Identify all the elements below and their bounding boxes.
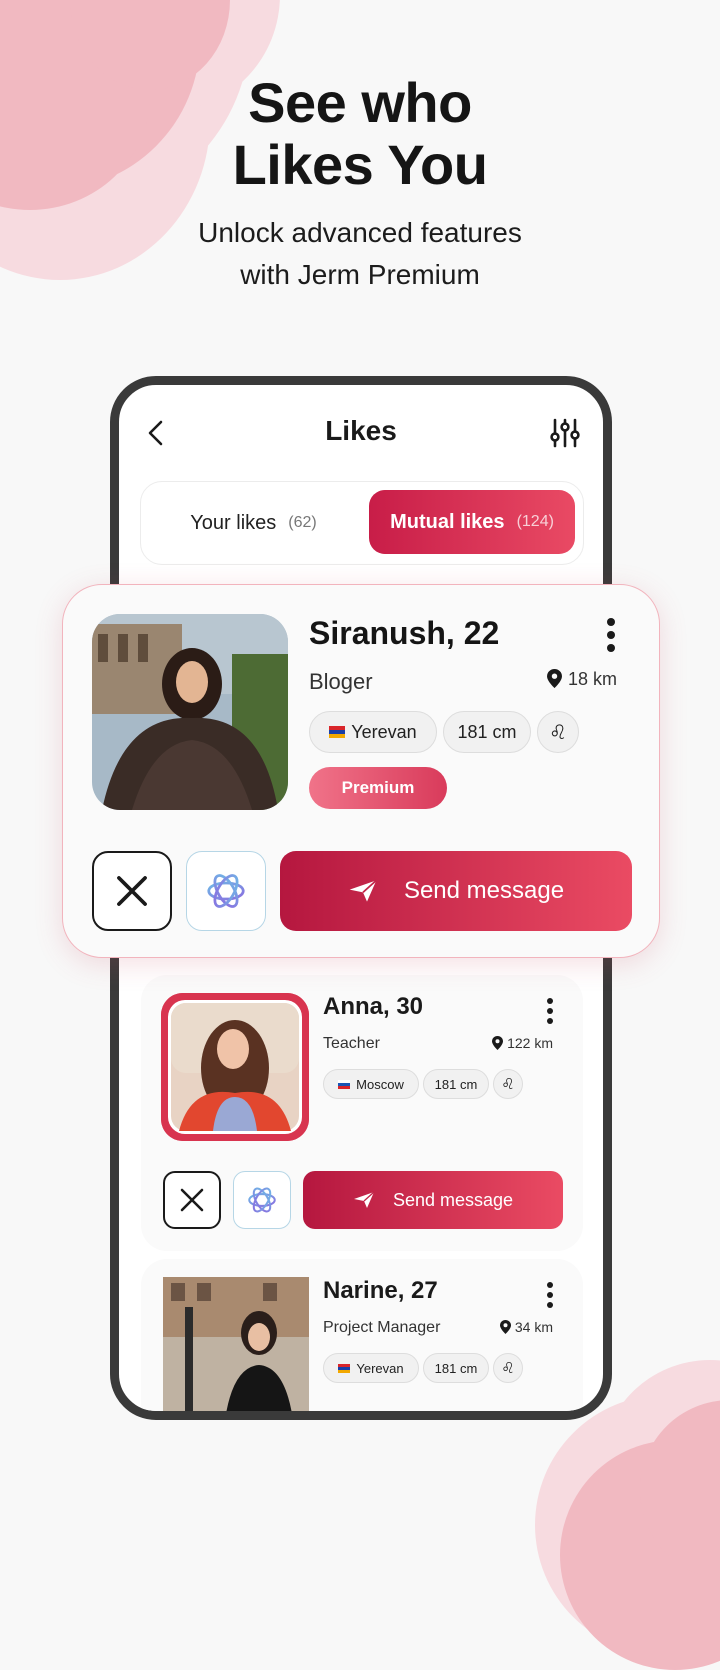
chip-city: Yerevan: [323, 1353, 419, 1383]
hero-title: See who Likes You: [0, 72, 720, 196]
chip-height: 181 cm: [423, 1069, 489, 1099]
chip-zodiac: ♌: [537, 711, 579, 753]
profile-name: Siranush, 22: [309, 615, 500, 651]
ai-knot-icon: [207, 874, 245, 908]
chip-height: 181 cm: [423, 1353, 489, 1383]
profile-distance: 18 km: [547, 669, 617, 690]
ai-assistant-button[interactable]: [186, 851, 266, 931]
send-plane-icon: [353, 1191, 375, 1208]
sliders-icon[interactable]: [549, 417, 581, 449]
dismiss-button[interactable]: [92, 851, 172, 931]
send-plane-icon: [349, 879, 377, 902]
flag-icon: [329, 726, 346, 738]
profile-card-anna[interactable]: Anna, 30 Teacher 122 km Moscow 181 cm ♌: [141, 975, 583, 1251]
hero-title-line2: Likes You: [232, 133, 488, 196]
profile-distance-value: 18 km: [567, 669, 617, 689]
chip-zodiac: ♌: [493, 1353, 523, 1383]
profile-name: Narine, 27: [323, 1277, 438, 1304]
chip-city-label: Yerevan: [351, 721, 417, 742]
profile-photo-siranush-image: [92, 614, 288, 810]
tab-mutual-likes-count: (124): [516, 513, 554, 530]
tab-mutual-likes-label: Mutual likes: [390, 510, 505, 533]
send-message-button[interactable]: Send message: [303, 1171, 563, 1229]
profile-photo-siranush[interactable]: [92, 614, 288, 810]
chip-height: 181 cm: [443, 711, 531, 753]
profile-photo-narine-image: [163, 1277, 309, 1411]
hero-subtitle-line2: with Jerm Premium: [240, 259, 480, 290]
hero-subtitle-line1: Unlock advanced features: [198, 217, 522, 248]
profile-photo-anna[interactable]: [161, 993, 309, 1141]
close-icon: [117, 876, 147, 906]
profile-job: Project Manager: [323, 1319, 441, 1336]
flag-icon: [338, 1079, 351, 1089]
app-header: Likes: [119, 385, 603, 481]
send-message-button[interactable]: Send message: [280, 851, 632, 931]
profile-distance: 34 km: [499, 1319, 553, 1335]
ai-knot-icon: [248, 1187, 276, 1213]
chip-city: Moscow: [323, 1069, 419, 1099]
profile-distance-value: 34 km: [514, 1319, 553, 1335]
page-title: Likes: [325, 415, 397, 446]
dismiss-button[interactable]: [163, 1171, 221, 1229]
likes-tab-switch: Your likes (62) Mutual likes (124): [140, 481, 584, 565]
profile-distance-value: 122 km: [507, 1035, 553, 1051]
more-vertical-icon[interactable]: [545, 997, 555, 1025]
tab-your-likes-label: Your likes: [190, 511, 277, 534]
send-message-label: Send message: [392, 1189, 514, 1210]
more-vertical-icon[interactable]: [545, 1281, 555, 1309]
profile-card-siranush[interactable]: Siranush, 22 Bloger 18 km Yerevan 181 cm…: [62, 584, 660, 958]
hero-subtitle: Unlock advanced features with Jerm Premi…: [0, 212, 720, 296]
chip-zodiac: ♌: [493, 1069, 523, 1099]
profile-photo-anna-image: [161, 993, 309, 1141]
hero-title-line1: See who: [248, 71, 472, 134]
tab-your-likes-count: (62): [288, 514, 317, 531]
flag-icon: [338, 1363, 351, 1373]
profile-job: Bloger: [309, 669, 373, 694]
chip-city-label: Moscow: [356, 1076, 404, 1092]
location-pin-icon: [492, 1036, 504, 1050]
close-icon: [180, 1188, 204, 1212]
profile-job: Teacher: [323, 1035, 380, 1052]
ai-assistant-button[interactable]: [233, 1171, 291, 1229]
premium-badge: Premium: [309, 767, 447, 809]
more-vertical-icon[interactable]: [605, 617, 617, 653]
location-pin-icon: [499, 1320, 511, 1334]
tab-your-likes[interactable]: Your likes (62): [141, 482, 366, 564]
chip-city: Yerevan: [309, 711, 437, 753]
location-pin-icon: [547, 669, 562, 688]
profile-name: Anna, 30: [323, 993, 424, 1020]
profile-photo-narine[interactable]: [163, 1277, 309, 1411]
profile-card-narine[interactable]: Narine, 27 Project Manager 34 km Yerevan…: [141, 1259, 583, 1411]
chip-city-label: Yerevan: [356, 1360, 404, 1376]
profile-distance: 122 km: [492, 1035, 553, 1051]
tab-mutual-likes[interactable]: Mutual likes (124): [369, 490, 575, 554]
send-message-label: Send message: [403, 877, 565, 904]
